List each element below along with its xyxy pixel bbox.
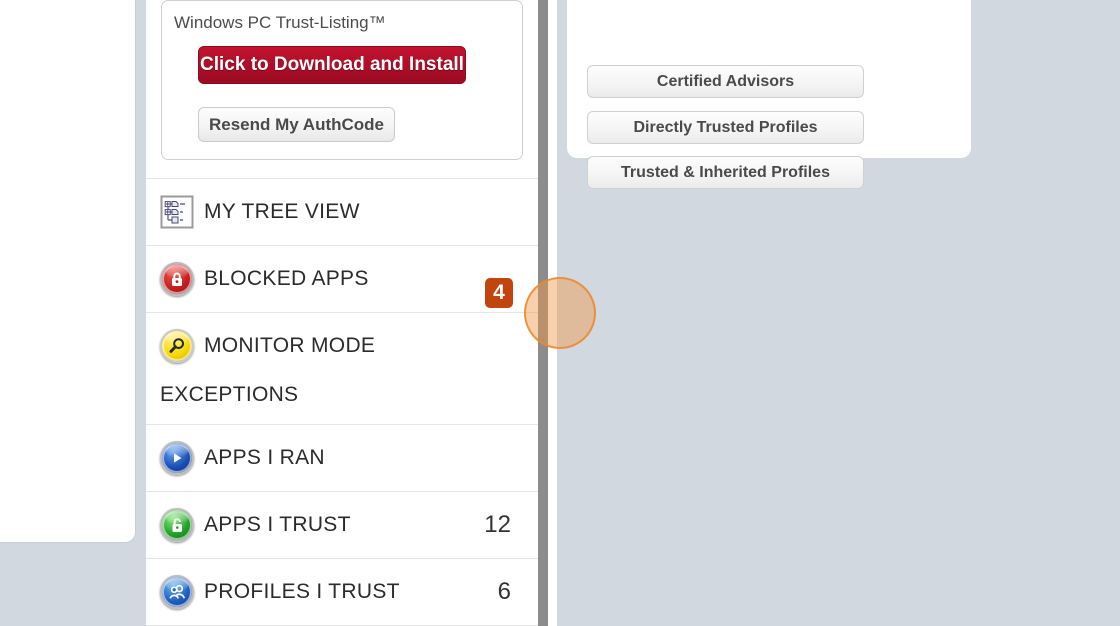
- directly-trusted-profiles-button[interactable]: Directly Trusted Profiles: [587, 111, 864, 144]
- blocked-apps-count-badge: 4: [485, 278, 513, 308]
- trust-listing-title: Windows PC Trust-Listing™: [174, 13, 386, 32]
- menu-item-apps-i-trust[interactable]: APPS I TRUST 12: [146, 491, 538, 558]
- menu-item-monitor-mode-label: MONITOR MODE: [204, 334, 376, 357]
- menu-item-apps-i-trust-label: APPS I TRUST: [204, 513, 351, 536]
- menu-item-head: BLOCKED APPS: [160, 246, 369, 312]
- main-menu-list: MY TREE VIEW BLOCKED APPS 4 MONITOR MODE…: [146, 178, 538, 626]
- menu-item-blocked-apps-label: BLOCKED APPS: [204, 267, 369, 290]
- play-icon: [160, 441, 194, 475]
- certified-advisors-button[interactable]: Certified Advisors: [587, 65, 864, 98]
- menu-item-head: APPS I TRUST: [160, 492, 351, 558]
- open-padlock-icon: [160, 508, 194, 542]
- vertical-scrollbar[interactable]: [538, 0, 548, 626]
- locked-padlock-icon: [160, 262, 194, 296]
- left-panel-card: s: [0, 0, 135, 542]
- scrollbar-gutter: [548, 0, 557, 626]
- profiles-i-trust-count: 6: [497, 578, 511, 605]
- menu-item-blocked-apps[interactable]: BLOCKED APPS 4: [146, 245, 538, 312]
- menu-item-monitor-mode-exceptions[interactable]: MONITOR MODE EXCEPTIONS: [146, 312, 538, 424]
- trust-listing-card: Windows PC Trust-Listing™ Click to Downl…: [161, 0, 523, 160]
- resend-authcode-button[interactable]: Resend My AuthCode: [198, 107, 395, 142]
- menu-item-my-tree-view[interactable]: MY TREE VIEW: [146, 178, 538, 245]
- menu-item-apps-i-ran-label: APPS I RAN: [204, 446, 325, 469]
- app-viewport: s Windows PC Trust-Listing™ Click to Dow…: [0, 0, 1120, 626]
- apps-i-trust-count: 12: [484, 511, 511, 538]
- menu-item-apps-i-ran[interactable]: APPS I RAN: [146, 424, 538, 491]
- center-panel: Windows PC Trust-Listing™ Click to Downl…: [146, 0, 538, 626]
- download-install-button[interactable]: Click to Download and Install: [198, 46, 466, 84]
- menu-item-head: MONITOR MODE: [160, 313, 375, 379]
- menu-item-monitor-mode-label-line2: EXCEPTIONS: [160, 382, 299, 406]
- right-panel-card: Certified Advisors Directly Trusted Prof…: [567, 0, 971, 189]
- menu-item-profiles-i-trust[interactable]: PROFILES I TRUST 6: [146, 558, 538, 625]
- menu-item-head: APPS I RAN: [160, 425, 325, 491]
- trusted-inherited-profiles-button[interactable]: Trusted & Inherited Profiles: [587, 156, 864, 189]
- menu-item-profiles-i-trust-label: PROFILES I TRUST: [204, 580, 400, 603]
- menu-item-head: PROFILES I TRUST: [160, 559, 400, 625]
- magnifier-icon: [160, 329, 194, 363]
- menu-item-head: MY TREE VIEW: [160, 179, 360, 245]
- menu-item-my-tree-view-label: MY TREE VIEW: [204, 200, 360, 223]
- tree-view-icon: [160, 195, 194, 229]
- people-icon: [160, 575, 194, 609]
